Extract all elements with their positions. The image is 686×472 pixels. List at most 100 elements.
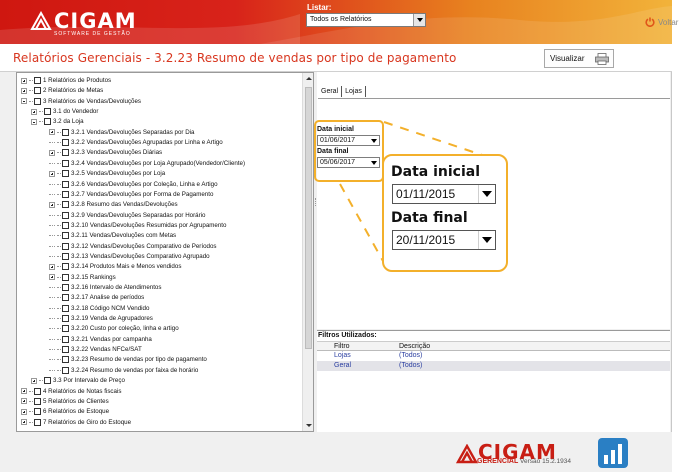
tree-item[interactable]: 7 Relatórios de Giro do Estoque (21, 418, 131, 427)
expand-icon[interactable] (21, 87, 27, 94)
tree-item[interactable]: 3.2 da Loja (31, 117, 84, 126)
expand-icon[interactable] (49, 170, 55, 177)
tree-item[interactable]: 3.2.14 Produtos Mais e Menos vendidos (49, 262, 181, 271)
voltar-button[interactable]: Voltar (645, 17, 678, 27)
scroll-up-icon[interactable] (306, 77, 312, 80)
tree-checkbox[interactable] (62, 273, 69, 281)
tree-checkbox[interactable] (62, 221, 69, 229)
expand-icon[interactable] (21, 398, 27, 405)
tree-checkbox[interactable] (44, 377, 51, 385)
table-row[interactable]: Lojas (Todos) (317, 351, 670, 361)
expand-icon[interactable] (31, 377, 37, 384)
tree-item[interactable]: 3.2.21 Vendas por campanha (49, 335, 152, 344)
tree-checkbox[interactable] (62, 325, 69, 333)
tree-checkbox[interactable] (62, 263, 69, 271)
expand-icon[interactable] (49, 263, 55, 270)
collapse-icon[interactable] (21, 98, 27, 105)
tree-checkbox[interactable] (62, 294, 69, 302)
expand-icon[interactable] (21, 388, 27, 394)
tree-item[interactable]: 3.2.5 Vendas/Devoluções por Loja (49, 169, 165, 178)
tree-item[interactable]: 3.2.6 Vendas/Devoluções por Coleção, Lin… (49, 180, 218, 189)
expand-icon[interactable] (21, 408, 27, 415)
tree-item[interactable]: 3.2.12 Vendas/Devoluções Comparativo de … (49, 242, 217, 251)
tree-checkbox[interactable] (62, 190, 69, 198)
tree-item[interactable]: 3.2.10 Vendas/Devoluções Resumidas por A… (49, 221, 226, 230)
listar-select[interactable]: Todos os Relatórios (306, 13, 426, 27)
expand-icon[interactable] (21, 77, 27, 84)
tree-item[interactable]: 3.2.4 Vendas/Devoluções por Loja Agrupad… (49, 159, 245, 168)
tree-item[interactable]: 3.2.3 Vendas/Devoluções Diárias (49, 148, 162, 157)
expand-icon[interactable] (21, 419, 27, 426)
tree-checkbox[interactable] (34, 397, 41, 405)
tree-checkbox[interactable] (34, 408, 41, 416)
tree-checkbox[interactable] (34, 418, 41, 426)
tree-checkbox[interactable] (62, 356, 69, 364)
tree-item[interactable]: 3.2.7 Vendas/Devoluções por Forma de Pag… (49, 190, 213, 199)
tree-checkbox[interactable] (34, 387, 41, 395)
tree-item[interactable]: 3.2.18 Código NCM Vendido (49, 304, 149, 313)
tree-item[interactable]: 3.3 Por Intervalo de Preço (31, 376, 125, 385)
tree-connector (57, 307, 61, 309)
tree-checkbox[interactable] (62, 335, 69, 343)
tree-checkbox[interactable] (62, 159, 69, 167)
scroll-down-icon[interactable] (306, 424, 312, 427)
tree-checkbox[interactable] (62, 346, 69, 354)
tree-checkbox[interactable] (62, 252, 69, 260)
tree-checkbox[interactable] (62, 170, 69, 178)
tree-item[interactable]: 3.2.24 Resumo de vendas por faixa de hor… (49, 366, 198, 375)
tree-item[interactable]: 3.2.8 Resumo das Vendas/Devoluções (49, 200, 178, 209)
tree-connector (57, 266, 61, 268)
tree-scrollbar[interactable] (302, 73, 313, 431)
tree-checkbox[interactable] (34, 97, 41, 105)
tree-item[interactable]: 3.2.23 Resumo de vendas por tipo de paga… (49, 355, 207, 364)
tab-geral[interactable]: Geral (318, 86, 343, 97)
tree-item-label: 7 Relatórios de Giro do Estoque (43, 418, 132, 426)
expand-icon[interactable] (49, 149, 55, 156)
tree-checkbox[interactable] (44, 108, 51, 116)
tree-item[interactable]: 3.2.11 Vendas/Devoluções com Metas (49, 231, 176, 240)
tree-checkbox[interactable] (62, 242, 69, 250)
expand-icon[interactable] (49, 129, 55, 136)
tree-item[interactable]: 2 Relatórios de Metas (21, 86, 103, 95)
tree-checkbox[interactable] (62, 139, 69, 147)
collapse-icon[interactable] (31, 118, 37, 125)
tree-checkbox[interactable] (62, 366, 69, 374)
tree-item[interactable]: 4 Relatórios de Notas fiscais (21, 387, 121, 396)
tree-checkbox[interactable] (34, 77, 41, 84)
tree-item[interactable]: 1 Relatórios de Produtos (21, 76, 111, 85)
expand-icon[interactable] (31, 108, 37, 115)
expand-icon[interactable] (49, 201, 55, 208)
tree-item[interactable]: 3.2.19 Venda de Agrupadores (49, 314, 153, 323)
tree-item[interactable]: 3.2.17 Analise de períodos (49, 293, 144, 302)
tree-item[interactable]: 3.2.15 Rankings (49, 273, 116, 282)
tree-item[interactable]: 5 Relatórios de Clientes (21, 397, 109, 406)
tree-checkbox[interactable] (62, 128, 69, 136)
visualizar-button[interactable]: Visualizar (544, 49, 614, 68)
tree-item[interactable]: 3.2.2 Vendas/Devoluções Agrupadas por Li… (49, 138, 223, 147)
tree-item[interactable]: 3.2.16 Intervalo de Atendimentos (49, 283, 161, 292)
tree-checkbox[interactable] (62, 232, 69, 240)
tree-item[interactable]: 3.2.20 Custo por coleção, linha e artigo (49, 324, 179, 333)
tree-checkbox[interactable] (62, 284, 69, 291)
tree-item[interactable]: 3.2.9 Vendas/Devoluções Separadas por Ho… (49, 211, 206, 220)
tree-checkbox[interactable] (62, 315, 69, 323)
tree-item[interactable]: 3 Relatórios de Vendas/Devoluções (21, 97, 141, 106)
tree-checkbox[interactable] (62, 201, 69, 209)
tree-checkbox[interactable] (62, 149, 69, 157)
report-tree[interactable]: 1 Relatórios de Produtos 2 Relatórios de … (16, 72, 314, 432)
tree-item[interactable]: 3.2.1 Vendas/Devoluções Separadas por Di… (49, 128, 195, 137)
expand-icon[interactable] (49, 274, 55, 281)
tree-checkbox[interactable] (62, 304, 69, 312)
tree-checkbox[interactable] (34, 87, 41, 95)
table-row[interactable]: Geral (Todos) (317, 361, 670, 371)
scroll-thumb[interactable] (305, 87, 312, 349)
tree-checkbox[interactable] (62, 211, 69, 219)
tree-checkbox[interactable] (62, 180, 69, 188)
tree-item[interactable]: 6 Relatórios de Estoque (21, 407, 109, 416)
tree-checkbox[interactable] (44, 118, 51, 126)
tree-item[interactable]: 3.2.13 Vendas/Devoluções Comparativo Agr… (49, 252, 210, 261)
chevron-down-icon[interactable] (413, 14, 425, 26)
tree-item[interactable]: 3.1 do Vendedor (31, 107, 98, 116)
tree-item[interactable]: 3.2.22 Vendas NFCe/SAT (49, 345, 142, 354)
tab-lojas[interactable]: Lojas (342, 86, 366, 97)
